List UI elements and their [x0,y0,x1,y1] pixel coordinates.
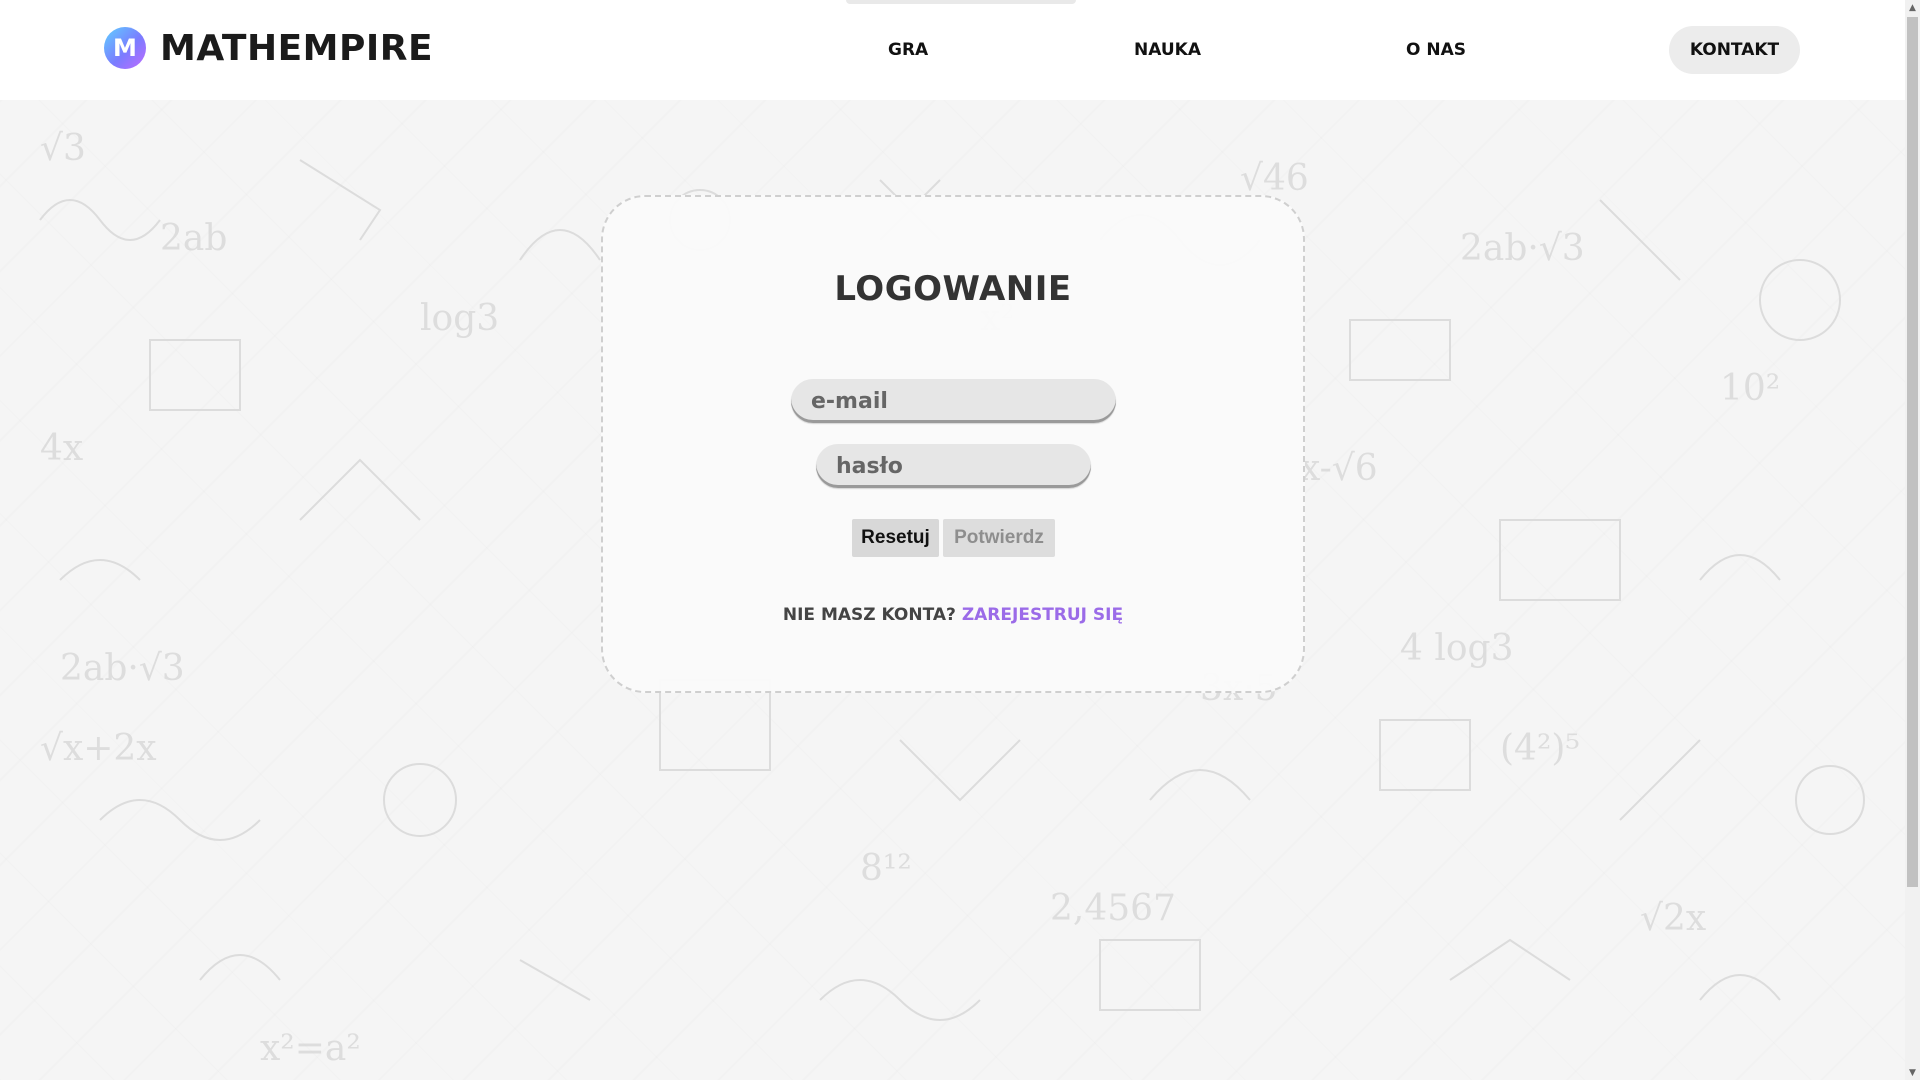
reset-button[interactable]: Resetuj [852,519,939,557]
top-navigation-bar: M MATHEMPIRE GRA NAUKA O NAS KONTAKT [0,0,1905,100]
svg-text:x-√6: x-√6 [1300,448,1378,489]
nav-item-gra[interactable]: GRA [888,40,928,60]
svg-text:4 log3: 4 log3 [1400,628,1513,669]
svg-text:8¹²: 8¹² [860,848,912,889]
scroll-down-arrow-icon[interactable]: ▼ [1905,1065,1920,1080]
brand-logo[interactable]: M MATHEMPIRE [104,27,433,69]
svg-text:√46: √46 [1240,158,1309,199]
login-card: LOGOWANIE Resetuj Potwierdz NIE MASZ KON… [601,195,1305,693]
svg-text:2ab: 2ab [160,218,227,259]
scroll-up-arrow-icon[interactable]: ▲ [1905,0,1920,15]
svg-text:(4²)⁵: (4²)⁵ [1500,728,1580,769]
page: √3 2ab log3 x² √46 2ab·√3 10² 4x x-√6 2a… [0,0,1920,1080]
svg-text:2,4567: 2,4567 [1050,888,1176,929]
svg-text:x²=a²: x²=a² [260,1028,361,1069]
svg-text:2ab·√3: 2ab·√3 [1460,228,1585,269]
page-scrollbar[interactable]: ▲ ▼ [1905,0,1920,1080]
nav-item-o-nas[interactable]: O NAS [1406,40,1466,60]
svg-text:√x+2x: √x+2x [40,728,157,769]
svg-text:√2x: √2x [1640,898,1706,939]
register-link[interactable]: ZAREJESTRUJ SIĘ [962,605,1123,625]
svg-text:log3: log3 [420,298,499,339]
register-prompt: NIE MASZ KONTA? ZAREJESTRUJ SIĘ [603,605,1303,625]
header-tab-indicator [846,0,1076,4]
svg-text:10²: 10² [1720,368,1780,409]
scrollbar-thumb[interactable] [1907,17,1918,887]
svg-text:2ab·√3: 2ab·√3 [60,648,185,689]
svg-text:√3: √3 [40,128,86,169]
login-title: LOGOWANIE [834,269,1072,309]
mathempire-logo-icon: M [104,27,146,69]
password-input[interactable] [816,444,1091,488]
svg-text:4x: 4x [40,428,83,469]
email-input[interactable] [791,379,1116,423]
nav-item-nauka[interactable]: NAUKA [1134,40,1201,60]
nav-contact-button[interactable]: KONTAKT [1669,26,1800,74]
no-account-text: NIE MASZ KONTA? [782,605,956,625]
brand-name: MATHEMPIRE [160,27,434,69]
confirm-button[interactable]: Potwierdz [943,519,1055,557]
